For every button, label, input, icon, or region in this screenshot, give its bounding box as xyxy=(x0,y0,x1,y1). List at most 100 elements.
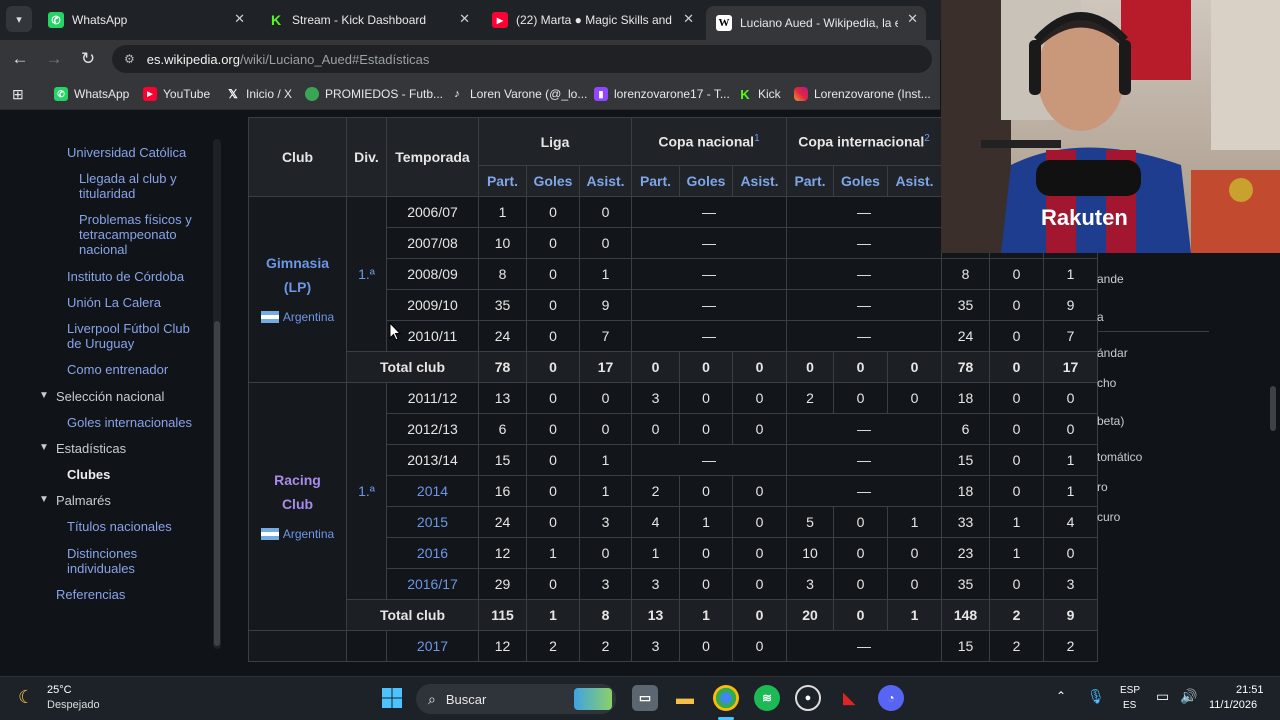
club-name-link[interactable]: Racing Club xyxy=(249,468,346,516)
table-cell: 0 xyxy=(526,568,580,600)
header-label: Copa internacional xyxy=(798,133,925,150)
season-cell[interactable]: 2014 xyxy=(386,475,479,507)
bookmark-tiktok[interactable]: ♪ Loren Varone (@_lo... xyxy=(450,85,587,103)
table-cell: 10 xyxy=(786,537,834,569)
total-cell: 0 xyxy=(833,599,888,631)
chevron-down-icon[interactable]: ▼ xyxy=(39,442,49,453)
table-cell: 12 xyxy=(478,630,527,662)
chrome-icon[interactable] xyxy=(713,685,739,711)
toc-palmares[interactable]: Palmarés xyxy=(56,493,111,508)
bookmark-kick[interactable]: K Kick xyxy=(738,85,780,103)
volume-icon[interactable]: 🔊 xyxy=(1180,688,1197,705)
tab-youtube[interactable]: ▶ (22) Marta ● Magic Skills and Tr ✕ xyxy=(482,6,702,34)
toc-scrollbar-thumb[interactable] xyxy=(214,321,220,646)
language-primary[interactable]: ESP xyxy=(1120,685,1140,696)
file-explorer-icon[interactable]: ▬ xyxy=(672,685,698,711)
right-panel-item[interactable]: a xyxy=(1097,310,1104,324)
clock-date[interactable]: 11/1/2026 xyxy=(1209,699,1257,711)
toc-titulos[interactable]: Títulos nacionales xyxy=(67,519,172,534)
toc-liverpool[interactable]: Liverpool Fútbol Club de Uruguay xyxy=(67,321,207,351)
season-cell[interactable]: 2017 xyxy=(386,630,479,662)
right-panel-item[interactable]: ro xyxy=(1097,480,1108,494)
right-panel-item[interactable]: ándar xyxy=(1097,346,1128,360)
task-view-icon[interactable]: ▭ xyxy=(632,685,658,711)
app-red-icon[interactable]: ◣ xyxy=(836,685,862,711)
footnote-2-link[interactable]: 2 xyxy=(924,133,930,144)
toc-union-la-calera[interactable]: Unión La Calera xyxy=(67,295,161,310)
weather-desc[interactable]: Despejado xyxy=(47,699,100,711)
table-cell: 1 xyxy=(1043,258,1098,290)
season-cell[interactable]: 2016/17 xyxy=(386,568,479,600)
chevron-down-icon[interactable]: ▼ xyxy=(39,390,49,401)
chevron-down-icon[interactable]: ▼ xyxy=(39,494,49,505)
club-cell xyxy=(248,630,347,662)
network-icon[interactable]: ▭ xyxy=(1156,688,1169,705)
apps-icon[interactable]: ⊞ xyxy=(12,85,24,103)
club-name-link[interactable]: Gimnasia (LP) xyxy=(249,251,346,299)
close-icon[interactable]: ✕ xyxy=(234,11,245,27)
bookmark-whatsapp[interactable]: ✆ WhatsApp xyxy=(54,85,129,103)
taskbar-search[interactable]: ⌕ Buscar xyxy=(416,684,616,714)
bookmark-twitch[interactable]: ▮ lorenzovarone17 - T... xyxy=(594,85,730,103)
toc-instituto[interactable]: Instituto de Córdoba xyxy=(67,269,184,284)
division-link[interactable]: 1.ª xyxy=(346,382,387,600)
obs-icon[interactable]: ● xyxy=(795,685,821,711)
discord-icon[interactable]: ◔ xyxy=(878,685,904,711)
tab-search-button[interactable]: ▾ xyxy=(6,6,32,32)
toc-seleccion[interactable]: Selección nacional xyxy=(56,389,164,404)
toc-estadisticas[interactable]: Estadísticas xyxy=(56,441,126,456)
page-scrollbar-thumb[interactable] xyxy=(1270,386,1276,431)
total-cell: 78 xyxy=(478,351,527,383)
bookmark-promiedos[interactable]: PROMIEDOS - Futb... xyxy=(305,85,443,103)
chevron-up-icon[interactable]: ⌃ xyxy=(1056,689,1066,703)
footnote-1-link[interactable]: 1 xyxy=(754,133,760,144)
bookmark-instagram[interactable]: Lorenzovarone (Inst... xyxy=(794,85,931,103)
site-info-icon[interactable]: ⚙ xyxy=(124,52,135,66)
spotify-icon[interactable]: ≋ xyxy=(754,685,780,711)
close-icon[interactable]: ✕ xyxy=(459,11,470,27)
search-label: Buscar xyxy=(445,691,487,707)
division-link[interactable]: 1.ª xyxy=(346,196,387,352)
right-panel-item[interactable]: tomático xyxy=(1097,450,1142,464)
address-bar[interactable]: ⚙ es.wikipedia.org/wiki/Luciano_Aued#Est… xyxy=(112,45,932,73)
close-icon[interactable]: ✕ xyxy=(907,11,918,27)
forward-icon[interactable]: → xyxy=(43,48,65,70)
table-cell: 0 xyxy=(833,568,888,600)
toc-problemas[interactable]: Problemas físicos y tetracampeonato naci… xyxy=(79,212,204,257)
tab-whatsapp[interactable]: ✆ WhatsApp ✕ xyxy=(38,6,253,34)
bookmark-youtube[interactable]: ▶ YouTube xyxy=(143,85,210,103)
weather-temp[interactable]: 25°C xyxy=(47,684,72,696)
toc-goles[interactable]: Goles internacionales xyxy=(67,415,192,430)
table-cell: 9 xyxy=(579,289,632,321)
weather-moon-icon[interactable]: ☾ xyxy=(18,687,34,708)
right-panel-item[interactable]: curo xyxy=(1097,510,1120,524)
club-country[interactable]: Argentina xyxy=(249,522,346,546)
right-panel-item[interactable]: beta) xyxy=(1097,414,1124,428)
club-country[interactable]: Argentina xyxy=(249,305,346,329)
windows-start-icon[interactable] xyxy=(379,685,405,711)
tab-kick[interactable]: K Stream - Kick Dashboard ✕ xyxy=(258,6,478,34)
toc-entrenador[interactable]: Como entrenador xyxy=(67,362,168,377)
total-cell: 0 xyxy=(732,351,787,383)
table-cell: 1 xyxy=(526,537,580,569)
season-cell[interactable]: 2016 xyxy=(386,537,479,569)
season-cell: 2012/13 xyxy=(386,413,479,445)
language-secondary[interactable]: ES xyxy=(1123,700,1136,711)
tab-wikipedia[interactable]: W Luciano Aued - Wikipedia, la en ✕ xyxy=(706,6,926,40)
bookmark-x[interactable]: 𝕏 Inicio / X xyxy=(226,85,292,103)
toc-distinciones[interactable]: Distinciones individuales xyxy=(67,546,187,576)
season-cell[interactable]: 2015 xyxy=(386,506,479,538)
close-icon[interactable]: ✕ xyxy=(683,11,694,27)
right-panel-item[interactable]: cho xyxy=(1097,376,1116,390)
toc-llegada[interactable]: Llegada al club y titularidad xyxy=(79,171,199,201)
table-cell: 10 xyxy=(478,227,527,259)
back-icon[interactable]: ← xyxy=(9,48,31,70)
right-panel-item[interactable]: ande xyxy=(1097,272,1124,286)
toc-clubes[interactable]: Clubes xyxy=(67,467,110,482)
header-copa-internacional: Copa internacional2 xyxy=(786,117,942,166)
microphone-icon[interactable]: 🎙 xyxy=(1087,688,1105,705)
toc-referencias[interactable]: Referencias xyxy=(56,587,125,602)
reload-icon[interactable]: ↻ xyxy=(77,48,99,70)
clock-time[interactable]: 21:51 xyxy=(1236,684,1264,696)
toc-universidad-catolica[interactable]: Universidad Católica xyxy=(67,145,186,160)
